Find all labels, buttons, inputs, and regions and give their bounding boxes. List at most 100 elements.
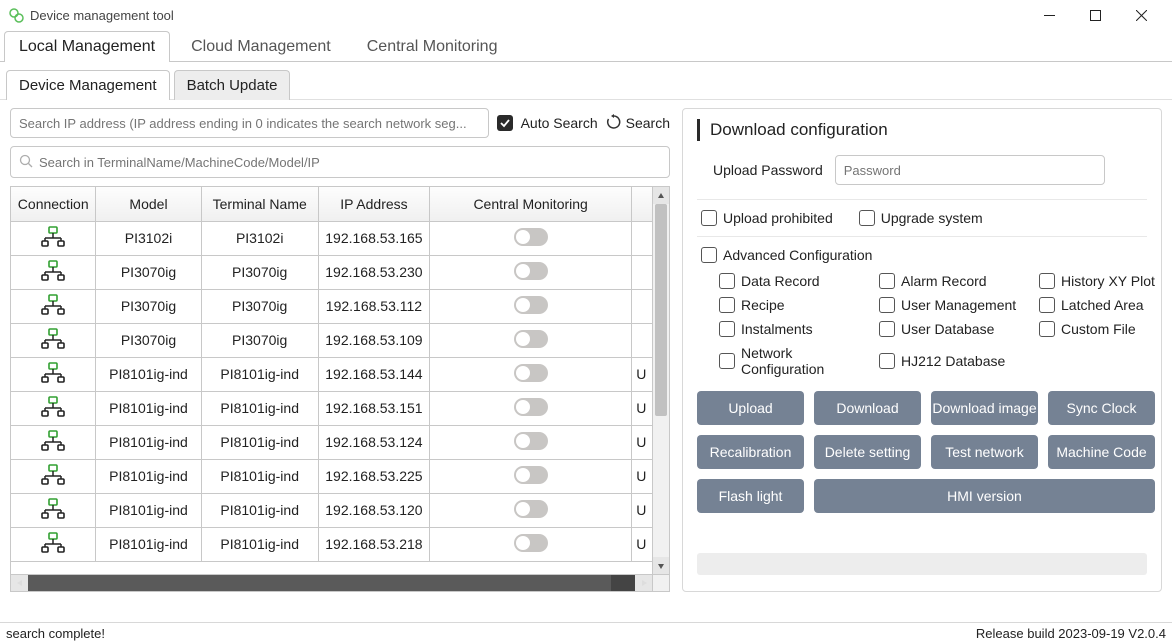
cell-model: PI3070ig [96, 255, 201, 289]
adv-check-label: Instalments [741, 321, 813, 337]
tab-local-management[interactable]: Local Management [4, 31, 170, 62]
table-row[interactable]: PI3070igPI3070ig192.168.53.109 [11, 323, 652, 357]
upload-button[interactable]: Upload [697, 391, 804, 425]
connection-icon [40, 303, 66, 319]
tab-central-monitoring[interactable]: Central Monitoring [352, 31, 513, 62]
window-title: Device management tool [30, 8, 1026, 23]
adv-checkbox[interactable] [1039, 321, 1055, 337]
sync-clock-button[interactable]: Sync Clock [1048, 391, 1155, 425]
download-button[interactable]: Download [814, 391, 921, 425]
subtab-batch-update[interactable]: Batch Update [174, 70, 291, 100]
col-extra[interactable] [632, 187, 652, 221]
close-button[interactable] [1118, 0, 1164, 30]
col-ip-address[interactable]: IP Address [318, 187, 429, 221]
cell-ip: 192.168.53.120 [318, 493, 429, 527]
advanced-config-checkbox[interactable] [701, 247, 717, 263]
central-monitoring-toggle[interactable] [514, 398, 548, 416]
table-row[interactable]: PI3070igPI3070ig192.168.53.112 [11, 289, 652, 323]
central-monitoring-toggle[interactable] [514, 330, 548, 348]
scroll-right-arrow[interactable] [635, 575, 652, 591]
cell-terminal: PI3070ig [201, 255, 318, 289]
adv-checkbox[interactable] [1039, 273, 1055, 289]
test-network-button[interactable]: Test network [931, 435, 1038, 469]
table-row[interactable]: PI8101ig-indPI8101ig-ind192.168.53.144U [11, 357, 652, 391]
scroll-down-arrow[interactable] [653, 557, 669, 574]
scroll-up-arrow[interactable] [653, 187, 669, 204]
maximize-button[interactable] [1072, 0, 1118, 30]
adv-checkbox[interactable] [719, 353, 735, 369]
central-monitoring-toggle[interactable] [514, 262, 548, 280]
vertical-scrollbar[interactable] [652, 187, 669, 574]
central-monitoring-toggle[interactable] [514, 500, 548, 518]
central-monitoring-toggle[interactable] [514, 228, 548, 246]
cell-ip: 192.168.53.218 [318, 527, 429, 561]
adv-checkbox[interactable] [719, 273, 735, 289]
download-image-button[interactable]: Download image [931, 391, 1038, 425]
upgrade-system-checkbox[interactable] [859, 210, 875, 226]
central-monitoring-toggle[interactable] [514, 432, 548, 450]
table-row[interactable]: PI8101ig-indPI8101ig-ind192.168.53.124U [11, 425, 652, 459]
upload-password-label: Upload Password [713, 162, 823, 178]
search-ip-input[interactable] [10, 108, 489, 138]
upload-prohibited-checkbox[interactable] [701, 210, 717, 226]
adv-check-label: Data Record [741, 273, 820, 289]
horizontal-scrollbar[interactable] [10, 575, 670, 592]
adv-checkbox[interactable] [1039, 297, 1055, 313]
search-button-label: Search [626, 115, 670, 131]
tab-cloud-management[interactable]: Cloud Management [176, 31, 346, 62]
cell-ip: 192.168.53.151 [318, 391, 429, 425]
cell-extra: U [632, 459, 652, 493]
table-row[interactable]: PI8101ig-indPI8101ig-ind192.168.53.218U [11, 527, 652, 561]
connection-icon [40, 507, 66, 523]
col-model[interactable]: Model [96, 187, 201, 221]
auto-search-label: Auto Search [521, 115, 598, 131]
auto-search-checkbox[interactable] [497, 115, 513, 131]
adv-check-label: HJ212 Database [901, 353, 1005, 369]
search-button[interactable]: Search [606, 114, 670, 133]
cell-extra: U [632, 425, 652, 459]
adv-check-label: User Management [901, 297, 1016, 313]
connection-icon [40, 371, 66, 387]
col-terminal-name[interactable]: Terminal Name [201, 187, 318, 221]
adv-checkbox[interactable] [879, 273, 895, 289]
adv-checkbox[interactable] [719, 321, 735, 337]
central-monitoring-toggle[interactable] [514, 296, 548, 314]
central-monitoring-toggle[interactable] [514, 534, 548, 552]
adv-checkbox[interactable] [879, 297, 895, 313]
delete-setting-button[interactable]: Delete setting [814, 435, 921, 469]
right-panel: Download configuration Upload Password U… [682, 108, 1162, 592]
main-tabs: Local Management Cloud Management Centra… [0, 30, 1172, 62]
adv-checkbox[interactable] [879, 321, 895, 337]
vertical-scroll-thumb[interactable] [655, 204, 667, 416]
hmi-version-button[interactable]: HMI version [814, 479, 1155, 513]
minimize-button[interactable] [1026, 0, 1072, 30]
search-icon [19, 154, 33, 171]
central-monitoring-toggle[interactable] [514, 364, 548, 382]
recalibration-button[interactable]: Recalibration [697, 435, 804, 469]
col-central-monitoring[interactable]: Central Monitoring [430, 187, 632, 221]
status-bar: search complete! Release build 2023-09-1… [0, 622, 1172, 644]
table-row[interactable]: PI8101ig-indPI8101ig-ind192.168.53.151U [11, 391, 652, 425]
col-connection[interactable]: Connection [11, 187, 96, 221]
filter-input[interactable] [39, 155, 661, 170]
flash-light-button[interactable]: Flash light [697, 479, 804, 513]
central-monitoring-toggle[interactable] [514, 466, 548, 484]
table-row[interactable]: PI8101ig-indPI8101ig-ind192.168.53.225U [11, 459, 652, 493]
table-row[interactable]: PI3102iPI3102i192.168.53.165 [11, 221, 652, 255]
cell-terminal: PI8101ig-ind [201, 493, 318, 527]
upload-password-input[interactable] [835, 155, 1105, 185]
machine-code-button[interactable]: Machine Code [1048, 435, 1155, 469]
device-table: Connection Model Terminal Name IP Addres… [10, 186, 670, 575]
adv-check-label: Recipe [741, 297, 785, 313]
table-header-row: Connection Model Terminal Name IP Addres… [11, 187, 652, 221]
scroll-left-arrow[interactable] [11, 575, 28, 591]
horizontal-scroll-thumb[interactable] [28, 575, 611, 591]
cell-terminal: PI8101ig-ind [201, 459, 318, 493]
adv-checkbox[interactable] [879, 353, 895, 369]
subtab-device-management[interactable]: Device Management [6, 70, 170, 100]
connection-icon [40, 337, 66, 353]
adv-checkbox[interactable] [719, 297, 735, 313]
table-row[interactable]: PI8101ig-indPI8101ig-ind192.168.53.120U [11, 493, 652, 527]
cell-extra [632, 255, 652, 289]
table-row[interactable]: PI3070igPI3070ig192.168.53.230 [11, 255, 652, 289]
